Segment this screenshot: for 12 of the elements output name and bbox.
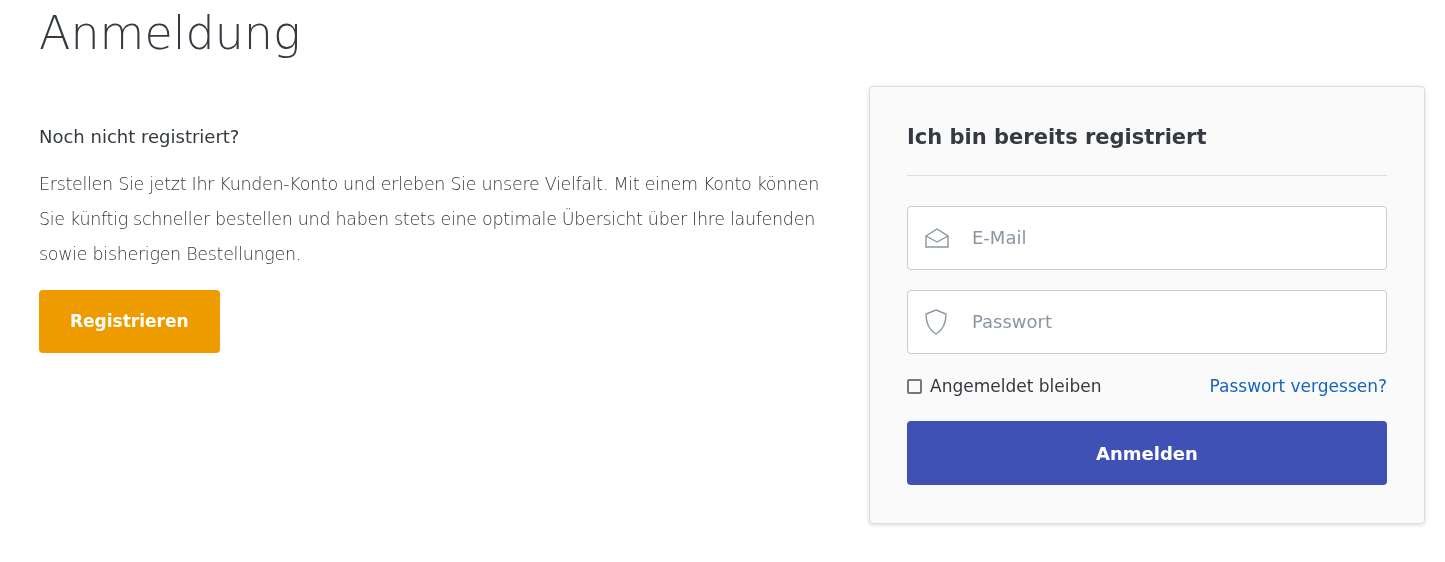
section-heading: Noch nicht registriert?	[39, 125, 241, 148]
password-field[interactable]: Passwort	[907, 290, 1387, 354]
remember-label: Angemeldet bleiben	[930, 375, 1102, 398]
page-title: Anmeldung	[39, 5, 302, 62]
card-heading: Ich bin bereits registriert	[907, 124, 1387, 176]
envelope-icon	[925, 228, 949, 248]
email-field[interactable]: E-Mail	[907, 206, 1387, 270]
login-button[interactable]: Anmelden	[907, 421, 1387, 486]
forgot-password-link[interactable]: Passwort vergessen?	[1209, 374, 1387, 400]
remember-checkbox[interactable]	[907, 379, 922, 395]
shield-icon	[925, 309, 947, 335]
register-description: Erstellen Sie jetzt Ihr Kunden-Konto und erleben Sie unsere Vielfalt. Mit einem Konto können Sie künftig schneller bestellen und haben stets eine optimale Übersicht über Ihre laufenden sowie bisherigen Bestellungen.	[39, 173, 821, 267]
